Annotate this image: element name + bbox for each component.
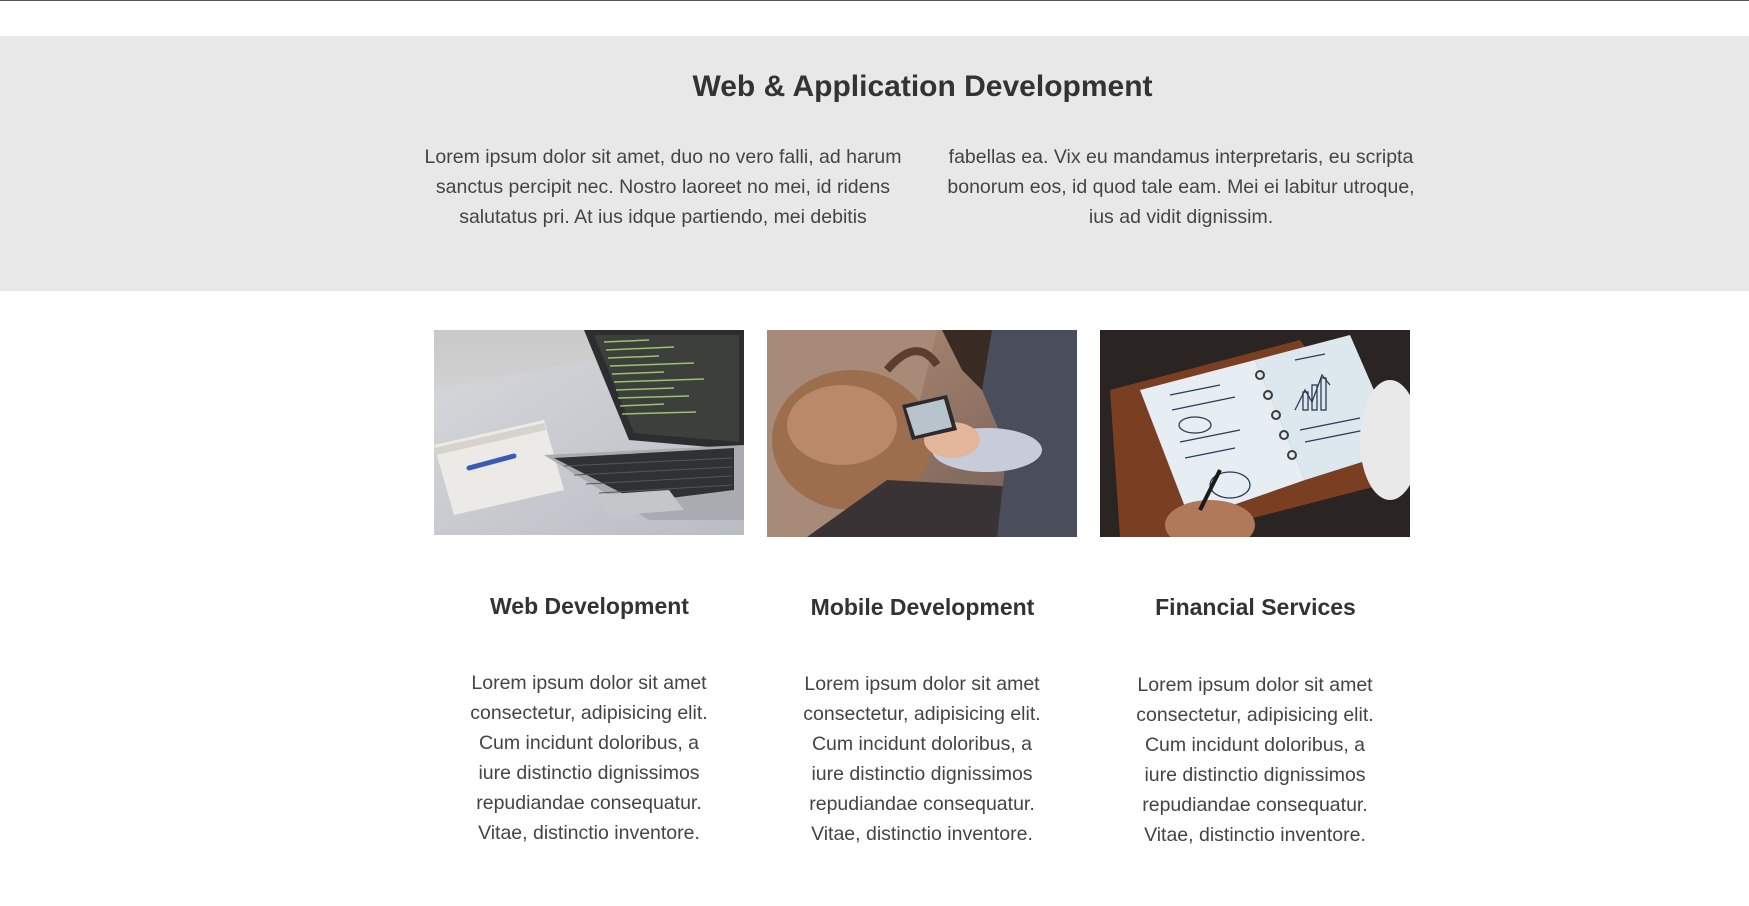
service-title-mobile: Mobile Development <box>810 594 1035 620</box>
finance-notebook-photo-icon <box>1100 330 1410 537</box>
hero-paragraph-left: Lorem ipsum dolor sit amet, duo no vero … <box>424 146 902 228</box>
service-description-financial: Lorem ipsum dolor sit amet consectetur, … <box>1136 674 1374 846</box>
laptop-code-photo-icon <box>434 330 744 535</box>
service-description-mobile: Lorem ipsum dolor sit amet consectetur, … <box>803 673 1041 845</box>
page-title: Web & Application Development <box>692 70 1153 103</box>
service-title-financial: Financial Services <box>1155 594 1356 620</box>
person-phone-photo-icon <box>767 330 1077 537</box>
service-description-web: Lorem ipsum dolor sit amet consectetur, … <box>470 672 708 844</box>
top-divider <box>0 0 1749 1</box>
service-title-web: Web Development <box>490 593 689 619</box>
hero-paragraph-right: fabellas ea. Vix eu mandamus interpretar… <box>947 146 1415 228</box>
